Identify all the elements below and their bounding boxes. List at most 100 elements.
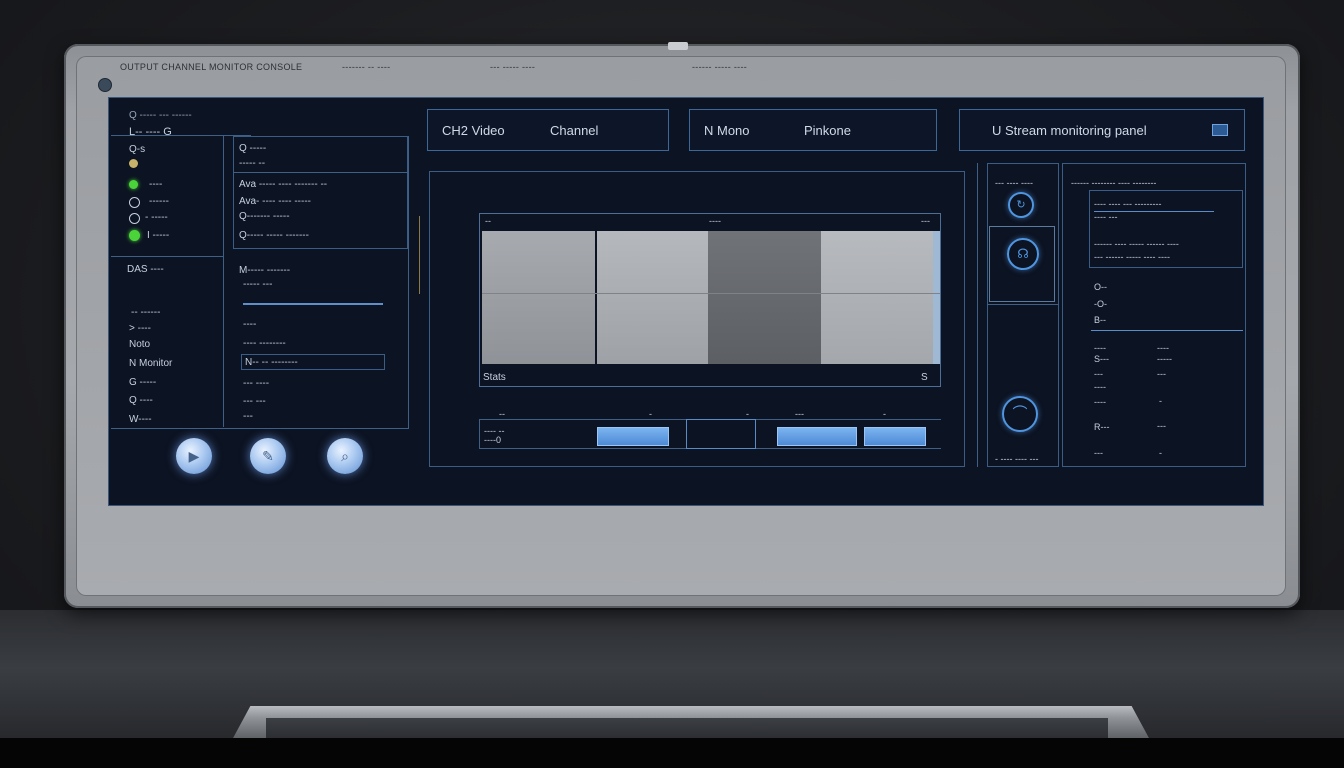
video-header-mid: ---- — [709, 216, 721, 226]
controls-col-label: --- — [795, 409, 804, 419]
col-b-sub-row[interactable]: ---- -------- — [243, 338, 286, 349]
col-b-sub-row[interactable]: --- ---- — [243, 378, 269, 389]
bottom-shadow — [0, 738, 1344, 768]
controls-col-label: - — [746, 409, 749, 419]
right-key: ---- — [1094, 382, 1106, 392]
col-b-sub-row[interactable]: N-- -- -------- — [245, 357, 298, 368]
signal-icon[interactable]: ⌒ — [1002, 396, 1038, 432]
col-a-item-1[interactable]: Q-s — [129, 144, 145, 155]
col-a-sub-item[interactable]: N Monitor — [129, 358, 172, 369]
status-dot-icon — [129, 180, 138, 189]
preview-tile — [482, 231, 595, 364]
tab-ch2-video[interactable]: CH2 Video Channel — [427, 109, 669, 151]
monitor-stand-base — [266, 718, 1108, 740]
tab-label: Channel — [550, 123, 599, 138]
search-button[interactable]: ⌕ — [327, 438, 363, 474]
divider — [408, 136, 409, 428]
right-box-line: ---- --- — [1094, 212, 1118, 222]
right-key: ---- — [1094, 343, 1106, 353]
right-line: ------ ---- ----- ------ ---- — [1094, 239, 1179, 249]
icon-column-header: --- ---- ---- — [995, 178, 1033, 188]
right-panel-header: ------ -------- ---- -------- — [1071, 178, 1157, 188]
divider — [1091, 330, 1243, 331]
col-a-sub-item[interactable]: -- ------ — [131, 307, 160, 318]
divider — [987, 304, 1059, 305]
left-panel-title: L-- ---- G — [129, 126, 172, 138]
col-a-item-2[interactable]: ---- — [149, 179, 162, 190]
status-dot-icon — [129, 213, 140, 224]
divider — [479, 419, 480, 448]
right-value: - — [1159, 396, 1162, 406]
preview-tile — [708, 231, 821, 364]
col-a-sub-item[interactable]: G ----- — [129, 377, 156, 388]
right-key: B-- — [1094, 315, 1106, 325]
status-dot-icon — [129, 197, 140, 208]
col-a-sub-item[interactable]: Noto — [129, 339, 150, 350]
camera — [668, 42, 688, 50]
play-button[interactable]: ▶ — [176, 438, 212, 474]
scroll-indicator — [419, 216, 420, 294]
window-icon[interactable] — [1212, 124, 1228, 136]
control-bar-3[interactable] — [777, 427, 857, 446]
col-a-sub-item[interactable]: Q ---- — [129, 395, 153, 406]
video-footer-right: S — [921, 372, 928, 383]
col-b-row[interactable]: Ava ----- ---- ------- -- — [239, 179, 327, 190]
edit-button[interactable]: ✎ — [250, 438, 286, 474]
col-b-row[interactable]: Q----- ----- ------- — [239, 230, 309, 241]
col-a-sub-item[interactable]: > ---- — [129, 323, 151, 334]
headset-icon: ☊ — [1007, 238, 1039, 270]
frame-label-2: ------- -- ---- — [342, 62, 391, 72]
tab-mono[interactable]: N Mono Pinkone — [689, 109, 937, 151]
controls-label: ----0 — [484, 435, 501, 445]
col-b-sub-row[interactable]: --- --- — [243, 396, 266, 407]
col-b-sub-row[interactable]: ----- --- — [243, 279, 272, 290]
frame-label-1: OUTPUT CHANNEL MONITOR CONSOLE — [120, 62, 303, 72]
right-value: --- — [1157, 369, 1166, 379]
col-a-item-4[interactable]: - ----- — [145, 212, 168, 223]
status-dot-icon — [129, 230, 140, 241]
preview-tile — [597, 231, 708, 364]
col-a-item-5[interactable]: I ----- — [147, 230, 169, 241]
tab-label: U Stream monitoring panel — [992, 123, 1147, 138]
control-bar-1[interactable] — [597, 427, 669, 446]
right-value: --- — [1157, 421, 1166, 431]
video-footer-stats: Stats — [483, 372, 506, 383]
col-b-row[interactable]: Ava- ---- ---- ----- — [239, 196, 311, 207]
col-a-item-3[interactable]: ------ — [149, 196, 169, 207]
video-preview[interactable] — [482, 231, 940, 364]
col-b-sub-row[interactable]: ---- — [243, 319, 256, 330]
col-b-header: Q ----- — [239, 143, 267, 154]
controls-col-label: -- — [499, 409, 505, 419]
col-b-row[interactable]: ----- -- — [239, 158, 265, 169]
right-line: --- ------ ----- ---- ---- — [1094, 252, 1170, 262]
right-key: --- — [1094, 369, 1103, 379]
divider — [111, 428, 409, 429]
control-bar-2[interactable] — [686, 419, 756, 449]
col-b-sub-row[interactable]: --- — [243, 411, 253, 422]
right-key: R--- — [1094, 422, 1110, 432]
icon-column-footer: - ---- ---- --- — [995, 454, 1039, 464]
divider — [111, 135, 251, 136]
divider — [233, 172, 408, 173]
preview-tile — [821, 231, 933, 364]
frame-label-4: ------ ----- ---- — [692, 62, 748, 72]
col-a-section-title: DAS ---- — [127, 264, 164, 275]
volume-slider[interactable] — [243, 303, 383, 305]
preview-tile — [933, 231, 940, 364]
col-b-section-title: M----- ------- — [239, 265, 291, 276]
refresh-icon[interactable]: ↻ — [1008, 192, 1034, 218]
tab-stream-monitoring[interactable]: U Stream monitoring panel — [959, 109, 1245, 151]
right-value: ----- — [1157, 354, 1172, 364]
col-b-row[interactable]: Q------- ----- — [239, 211, 290, 222]
left-panel-header: Q ----- --- ------ — [129, 110, 192, 121]
status-dot-icon — [129, 159, 138, 168]
right-key: -O- — [1094, 299, 1107, 309]
divider — [111, 256, 223, 257]
control-bar-4[interactable] — [864, 427, 926, 446]
divider — [977, 163, 978, 467]
col-a-sub-item[interactable]: W---- — [129, 414, 152, 425]
controls-col-label: - — [649, 409, 652, 419]
right-box-line: ---- ---- --- --------- — [1094, 199, 1162, 209]
display-screen: Q ----- --- ------ L-- ---- G Q-s ---- -… — [108, 97, 1264, 506]
brand-logo — [98, 78, 112, 92]
